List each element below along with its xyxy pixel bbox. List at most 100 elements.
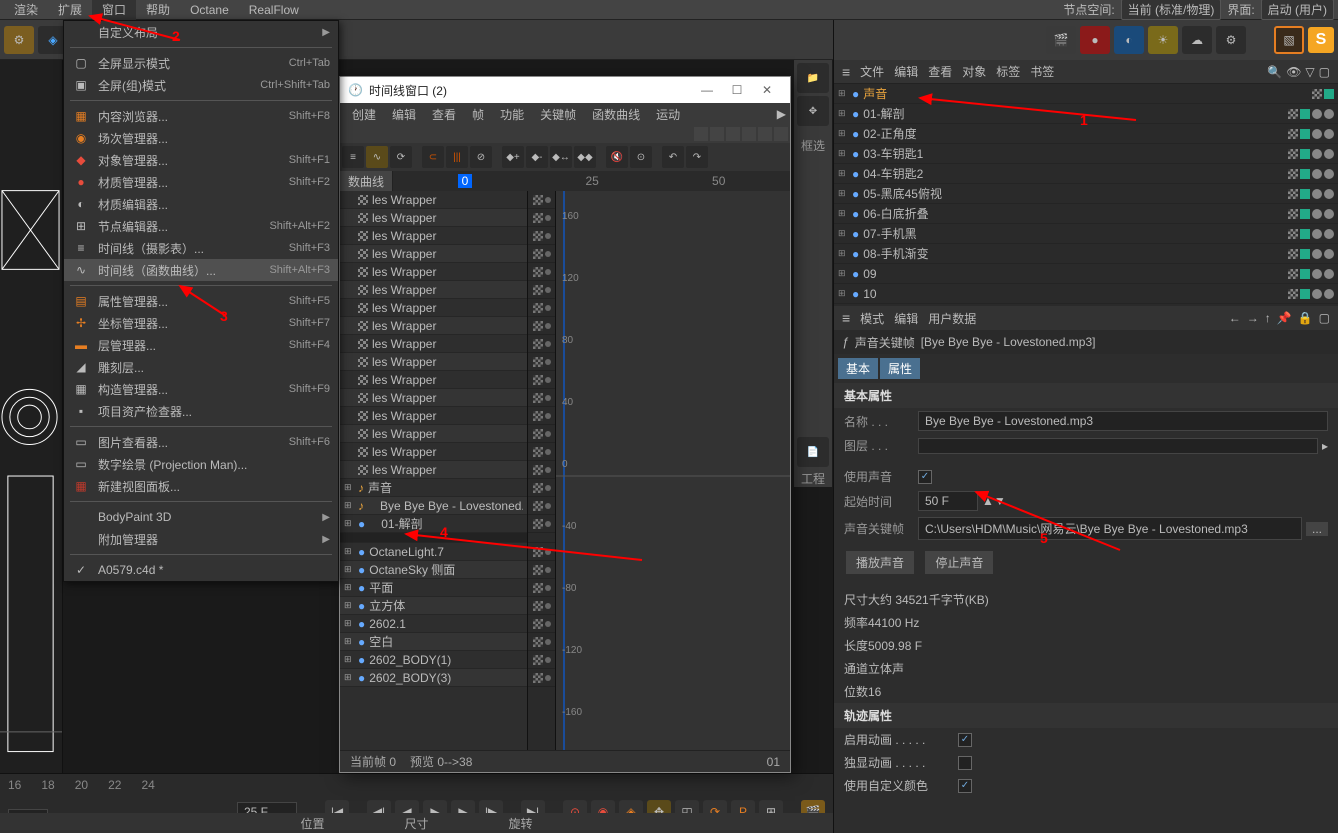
tab-properties[interactable]: 属性 (880, 358, 920, 379)
object-row[interactable]: ⊞●05-黑底45俯视 (834, 184, 1338, 204)
fcurve-tab[interactable]: 数曲线 (340, 171, 393, 191)
layer-field[interactable] (918, 438, 1318, 454)
object-row[interactable]: ⊞●声音 (834, 84, 1338, 104)
maximize-button[interactable]: ☐ (722, 83, 752, 97)
menu-render[interactable]: 渲染 (4, 0, 48, 20)
object-list[interactable]: ⊞●声音⊞●01-解剖⊞●02-正角度⊞●03-车钥匙1⊞●04-车钥匙2⊞●0… (834, 84, 1338, 306)
menu-timeline-fcurve[interactable]: ∿时间线（函数曲线）...Shift+Alt+F3 (64, 259, 338, 281)
tl-menu-keyframe[interactable]: 关键帧 (532, 104, 584, 125)
object-row[interactable]: ⊞●02-正角度 (834, 124, 1338, 144)
substance-badge[interactable]: S (1308, 27, 1334, 53)
tl-motion-button[interactable]: ⟳ (390, 146, 412, 168)
move-tool-button[interactable]: ✥ (797, 96, 829, 126)
timeline-row[interactable]: les Wrapper (340, 443, 527, 461)
obj-menu-object[interactable]: 对象 (962, 63, 986, 80)
menu-window[interactable]: 窗口 (92, 0, 136, 20)
tl-menu-motion[interactable]: 运动 (648, 104, 688, 125)
object-row[interactable]: ⊞●01-解剖 (834, 104, 1338, 124)
timeline-row[interactable]: les Wrapper (340, 407, 527, 425)
timeline-row[interactable]: les Wrapper (340, 425, 527, 443)
tl-link-button[interactable]: ⊘ (470, 146, 492, 168)
timeline-row[interactable]: ⊞●01-解剖 (340, 515, 527, 533)
attr-menu-edit[interactable]: 编辑 (894, 310, 918, 327)
tl-key-del-button[interactable]: ◆- (526, 146, 548, 168)
timeline-row[interactable]: les Wrapper (340, 281, 527, 299)
timeline-row[interactable]: les Wrapper (340, 353, 527, 371)
back-icon[interactable]: ← (1229, 311, 1241, 325)
tab-basic[interactable]: 基本 (838, 358, 878, 379)
menu-node-editor[interactable]: ⊞节点编辑器...Shift+Alt+F2 (64, 215, 338, 237)
timeline-row[interactable]: ⊞♪声音 (340, 479, 527, 497)
viewport-panel[interactable] (0, 60, 63, 833)
menu-help[interactable]: 帮助 (136, 0, 180, 20)
timeline-row[interactable]: les Wrapper (340, 371, 527, 389)
menu-object-manager[interactable]: ◆对象管理器...Shift+F1 (64, 149, 338, 171)
sun-button[interactable]: ☀ (1148, 26, 1178, 54)
browse-button[interactable]: ... (1306, 522, 1328, 536)
minimize-button[interactable]: — (692, 83, 722, 97)
tl-menu-view[interactable]: 查看 (424, 104, 464, 125)
menu-custom-layout[interactable]: 自定义布局▶ (64, 21, 338, 43)
tl-bars-button[interactable]: ||| (446, 146, 468, 168)
new-win-icon[interactable]: ▢ (1319, 311, 1330, 325)
timeline-row[interactable]: les Wrapper (340, 317, 527, 335)
menu-addon-manager[interactable]: 附加管理器▶ (64, 528, 338, 550)
timeline-row[interactable]: ⊞●OctaneSky 侧面 (340, 561, 527, 579)
film-icon[interactable]: 🎬 (1046, 26, 1076, 54)
folder-button[interactable]: 📁 (797, 63, 829, 93)
timeline-row[interactable]: les Wrapper (340, 227, 527, 245)
attr-menu-userdata[interactable]: 用户数据 (928, 310, 976, 327)
play-sound-button[interactable]: 播放声音 (846, 551, 914, 574)
timeline-row[interactable] (340, 533, 527, 543)
obj-menu-view[interactable]: 查看 (928, 63, 952, 80)
spinner-icon[interactable]: ▲▼ (982, 494, 1006, 508)
obj-menu-bookmarks[interactable]: 书签 (1030, 63, 1054, 80)
stop-sound-button[interactable]: 停止声音 (925, 551, 993, 574)
tl-magnet-button[interactable]: ⊂ (422, 146, 444, 168)
tl-fcurve-button[interactable]: ∿ (366, 146, 388, 168)
hamburger-icon[interactable]: ≡ (842, 310, 850, 326)
nav-icon-3[interactable] (726, 127, 740, 141)
blue-circle-button[interactable]: ◐ (1114, 26, 1144, 54)
timeline-ruler[interactable]: 0 25 50 (393, 171, 790, 191)
menu-struct-manager[interactable]: ▦构造管理器...Shift+F9 (64, 378, 338, 400)
tl-menu-edit[interactable]: 编辑 (384, 104, 424, 125)
menu-doc[interactable]: ✓A0579.c4d * (64, 559, 338, 581)
timeline-row[interactable]: les Wrapper (340, 263, 527, 281)
timeline-row[interactable]: les Wrapper (340, 191, 527, 209)
frame-ruler[interactable]: 1618 2022 24 (0, 774, 833, 796)
menu-take-manager[interactable]: ◉场次管理器... (64, 127, 338, 149)
timeline-row[interactable]: ⊞●平面 (340, 579, 527, 597)
timeline-tree[interactable]: les Wrapperles Wrapperles Wrapperles Wra… (340, 191, 528, 750)
timeline-row[interactable]: les Wrapper (340, 299, 527, 317)
timeline-titlebar[interactable]: 🕐 时间线窗口 (2) — ☐ ✕ (340, 77, 790, 103)
menu-new-viewport[interactable]: ▦新建视图面板... (64, 475, 338, 497)
layer-picker-button[interactable]: ▸ (1322, 439, 1328, 453)
nav-icon-5[interactable] (758, 127, 772, 141)
menu-extensions[interactable]: 扩展 (48, 0, 92, 20)
obj-menu-file[interactable]: 文件 (860, 63, 884, 80)
timeline-row[interactable]: ⊞●立方体 (340, 597, 527, 615)
menu-timeline-dope[interactable]: ≡时间线（摄影表）...Shift+F3 (64, 237, 338, 259)
timeline-row[interactable]: ⊞●2602_BODY(1) (340, 651, 527, 669)
up-icon[interactable]: ↑ (1265, 311, 1271, 325)
tl-undo-button[interactable]: ↶ (662, 146, 684, 168)
timeline-row[interactable]: les Wrapper (340, 461, 527, 479)
timeline-row[interactable]: ⊞♪Bye Bye Bye - Lovestoned.mp3 (340, 497, 527, 515)
project-button[interactable]: 📄 (797, 437, 829, 467)
eye-icon[interactable]: 👁 (1286, 65, 1301, 79)
menu-asset-inspector[interactable]: ▪项目资产检查器... (64, 400, 338, 422)
menu-octane[interactable]: Octane (180, 1, 239, 19)
menu-sculpt-layer[interactable]: ◢雕刻层... (64, 356, 338, 378)
name-field[interactable]: Bye Bye Bye - Lovestoned.mp3 (918, 411, 1328, 431)
layout-combo[interactable]: 启动 (用户) (1261, 0, 1334, 20)
chevron-right-icon[interactable]: ▶ (777, 107, 786, 121)
attr-menu-mode[interactable]: 模式 (860, 310, 884, 327)
nav-icon-2[interactable] (710, 127, 724, 141)
tl-key-add-button[interactable]: ◆+ (502, 146, 524, 168)
tl-dopesheet-button[interactable]: ≡ (342, 146, 364, 168)
solo-anim-checkbox[interactable] (958, 756, 972, 770)
close-button[interactable]: ✕ (752, 83, 782, 97)
menu-coord-manager[interactable]: ✢坐标管理器...Shift+F7 (64, 312, 338, 334)
enable-anim-checkbox[interactable] (958, 733, 972, 747)
